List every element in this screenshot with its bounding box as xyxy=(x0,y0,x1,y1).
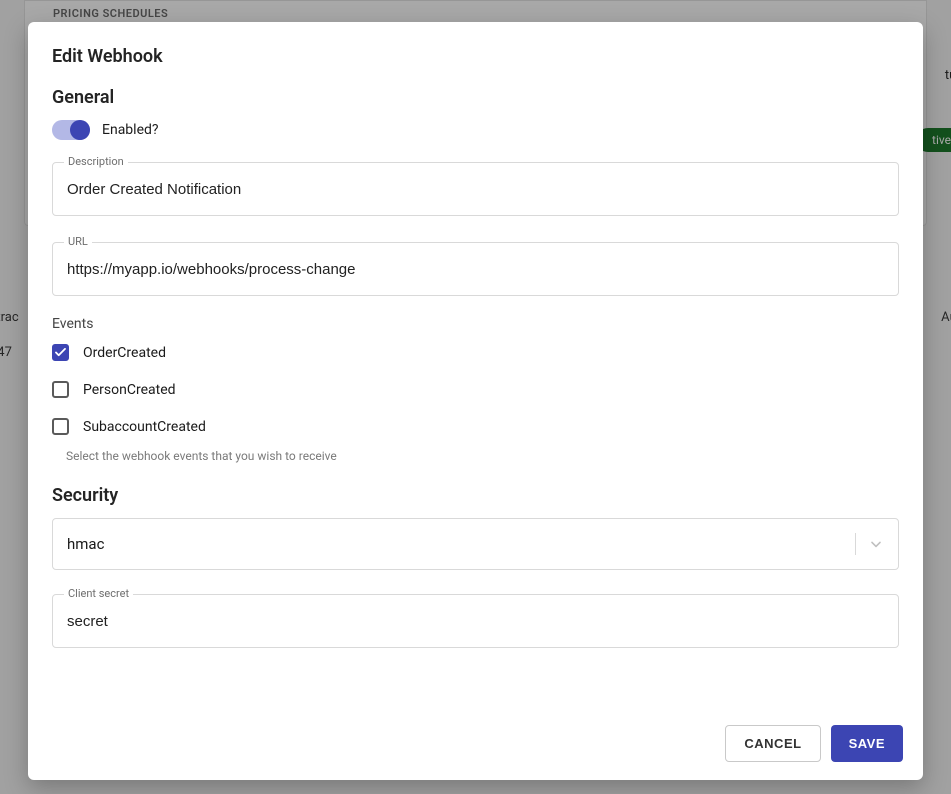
enabled-row: Enabled? xyxy=(52,120,899,140)
event-checkbox-ordercreated[interactable] xyxy=(52,344,69,361)
modal-footer: CANCEL SAVE xyxy=(28,709,923,780)
general-heading: General xyxy=(52,87,899,108)
security-heading: Security xyxy=(52,485,899,506)
description-field: Description xyxy=(52,162,899,216)
event-checkbox-personcreated[interactable] xyxy=(52,381,69,398)
client-secret-label: Client secret xyxy=(64,587,133,600)
client-secret-field: Client secret xyxy=(52,594,899,648)
enabled-label: Enabled? xyxy=(102,122,159,138)
event-row-ordercreated: OrderCreated xyxy=(52,344,899,361)
select-divider xyxy=(855,533,856,555)
chevron-down-icon xyxy=(868,536,884,552)
event-row-personcreated: PersonCreated xyxy=(52,381,899,398)
description-input[interactable] xyxy=(52,162,899,216)
modal-body: Edit Webhook General Enabled? Descriptio… xyxy=(28,22,923,709)
events-help-text: Select the webhook events that you wish … xyxy=(66,449,899,463)
security-method-select[interactable]: hmac xyxy=(52,518,899,570)
event-label: OrderCreated xyxy=(83,345,166,361)
enabled-toggle[interactable] xyxy=(52,120,90,140)
event-label: PersonCreated xyxy=(83,382,176,398)
client-secret-input[interactable] xyxy=(52,594,899,648)
url-label: URL xyxy=(64,235,92,248)
save-button[interactable]: SAVE xyxy=(831,725,903,762)
event-label: SubaccountCreated xyxy=(83,419,206,435)
url-field: URL xyxy=(52,242,899,296)
description-label: Description xyxy=(64,155,128,168)
modal-title: Edit Webhook xyxy=(52,46,899,67)
security-method-value: hmac xyxy=(67,535,104,553)
toggle-thumb xyxy=(70,120,90,140)
url-input[interactable] xyxy=(52,242,899,296)
cancel-button[interactable]: CANCEL xyxy=(725,725,820,762)
event-row-subaccountcreated: SubaccountCreated xyxy=(52,418,899,435)
edit-webhook-modal: Edit Webhook General Enabled? Descriptio… xyxy=(28,22,923,780)
events-label: Events xyxy=(52,316,899,332)
check-icon xyxy=(55,348,66,357)
event-checkbox-subaccountcreated[interactable] xyxy=(52,418,69,435)
